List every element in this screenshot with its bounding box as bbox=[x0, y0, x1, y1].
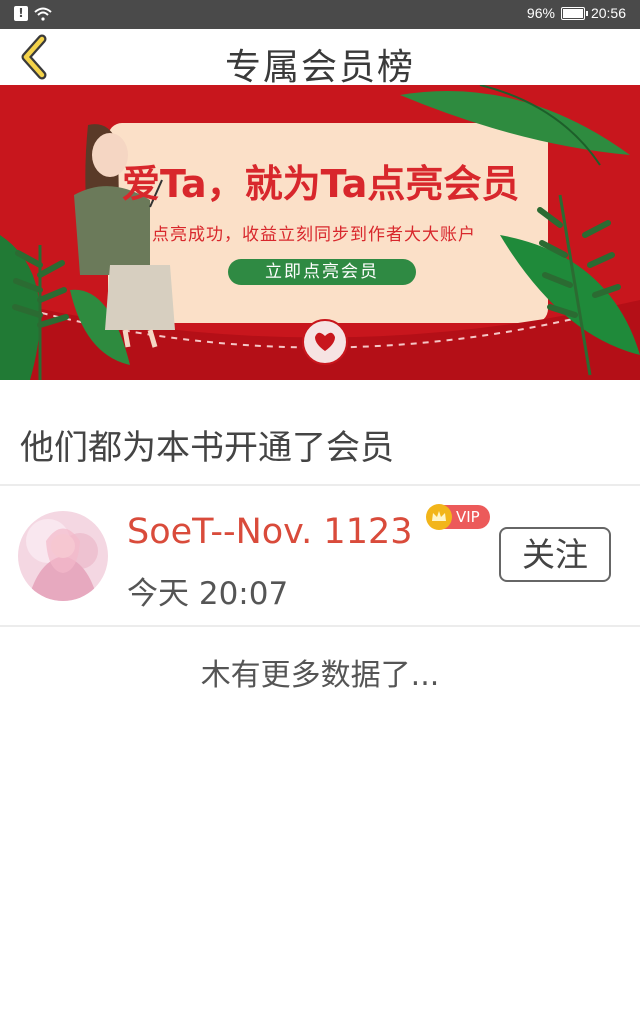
banner-cta-button[interactable]: 立即点亮会员 bbox=[228, 259, 416, 285]
header: 专属会员榜 bbox=[0, 29, 640, 88]
banner-cta-label: 立即点亮会员 bbox=[265, 262, 379, 282]
wifi-icon bbox=[34, 7, 52, 21]
follow-button[interactable]: 关注 bbox=[499, 527, 611, 582]
battery-percent: 96% bbox=[526, 5, 555, 21]
avatar-image bbox=[18, 511, 108, 601]
promo-banner[interactable]: 爱Ta，就为Ta点亮会员 点亮成功，收益立刻同步到作者大大账户 立即点亮会员 bbox=[0, 85, 640, 380]
divider bbox=[0, 625, 640, 627]
list-item: SoeT--Nov. 1123 VIP 今天 20:07 关注 bbox=[0, 488, 640, 625]
clock: 20:56 bbox=[590, 5, 626, 21]
member-time: 今天 20:07 bbox=[127, 576, 289, 612]
section-title: 他们都为本书开通了会员 bbox=[20, 428, 394, 468]
banner-subline: 点亮成功，收益立刻同步到作者大大账户 bbox=[152, 225, 476, 245]
battery-icon bbox=[560, 6, 588, 20]
alert-icon: ! bbox=[14, 6, 28, 21]
avatar[interactable] bbox=[18, 511, 108, 601]
banner-headline: 爱Ta，就为Ta点亮会员 bbox=[122, 162, 520, 206]
divider bbox=[0, 484, 640, 486]
no-more-data-text: 木有更多数据了... bbox=[200, 658, 440, 693]
vip-badge: VIP bbox=[426, 504, 490, 530]
member-name[interactable]: SoeT--Nov. 1123 bbox=[127, 512, 413, 552]
status-bar: ! 96% 20:56 bbox=[0, 0, 640, 29]
page-title: 专属会员榜 bbox=[224, 47, 415, 88]
crown-icon bbox=[426, 504, 452, 530]
